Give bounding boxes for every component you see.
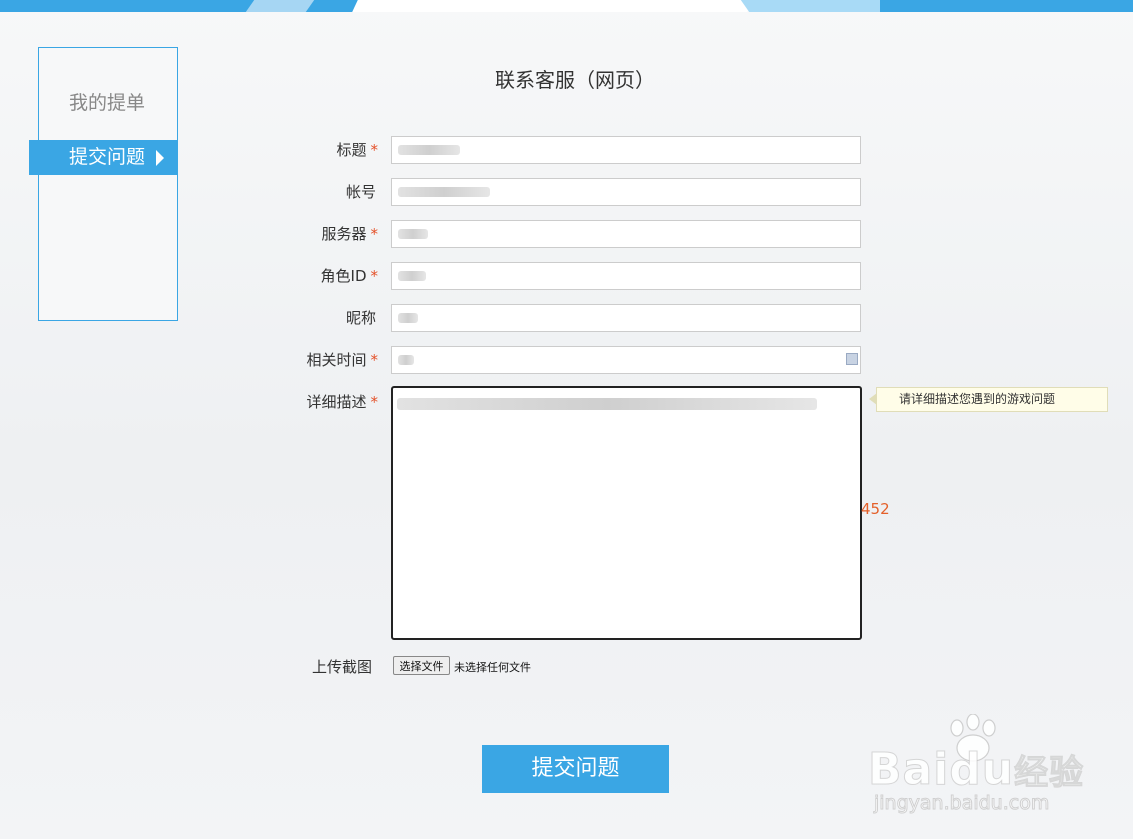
sidebar-item-my-tickets[interactable]: 我的提单 <box>29 86 178 121</box>
sidebar: 我的提单 提交问题 <box>29 47 178 321</box>
description-textarea[interactable] <box>391 386 862 640</box>
field-label: 服务器 * <box>321 225 379 243</box>
required-mark: * <box>370 141 379 159</box>
watermark-url: jingyan.baidu.com <box>873 792 1050 815</box>
top-decorative-bar <box>0 0 1133 12</box>
required-mark: * <box>370 393 379 411</box>
char-counter: 452 <box>861 500 890 518</box>
submit-issue-button[interactable]: 提交问题 <box>482 745 669 793</box>
upload-screenshot-label: 上传截图 <box>312 658 373 676</box>
required-mark: * <box>370 267 379 285</box>
baidu-watermark: Baidu经验 jingyan.baidu.com <box>867 714 1088 824</box>
file-status-text: 未选择任何文件 <box>454 661 531 674</box>
related-time-input[interactable] <box>391 346 861 374</box>
required-mark: * <box>370 225 379 243</box>
title-input[interactable] <box>391 136 861 164</box>
field-label: 相关时间 * <box>306 351 379 369</box>
server-input[interactable] <box>391 220 861 248</box>
account-input[interactable] <box>391 178 861 206</box>
caret-right-icon <box>156 150 164 166</box>
sidebar-item-label: 我的提单 <box>69 92 146 114</box>
role-id-input[interactable] <box>391 262 861 290</box>
field-label: 角色ID * <box>320 267 379 285</box>
page-title: 联系客服（网页） <box>495 68 655 92</box>
field-label: 详细描述 * <box>306 393 379 411</box>
watermark-brand: Baidu经验 <box>867 744 1085 796</box>
field-label: 标题 * <box>336 141 379 159</box>
nickname-input[interactable] <box>391 304 861 332</box>
field-label: 帐号 <box>345 183 376 201</box>
calendar-icon[interactable] <box>846 353 858 365</box>
field-label: 昵称 <box>345 309 376 327</box>
sidebar-item-label: 提交问题 <box>69 146 146 168</box>
description-tooltip: 请详细描述您遇到的游戏问题 <box>869 387 1108 412</box>
choose-file-button[interactable]: 选择文件 <box>393 656 450 675</box>
sidebar-item-submit-issue[interactable]: 提交问题 <box>29 140 178 175</box>
required-mark: * <box>370 351 379 369</box>
